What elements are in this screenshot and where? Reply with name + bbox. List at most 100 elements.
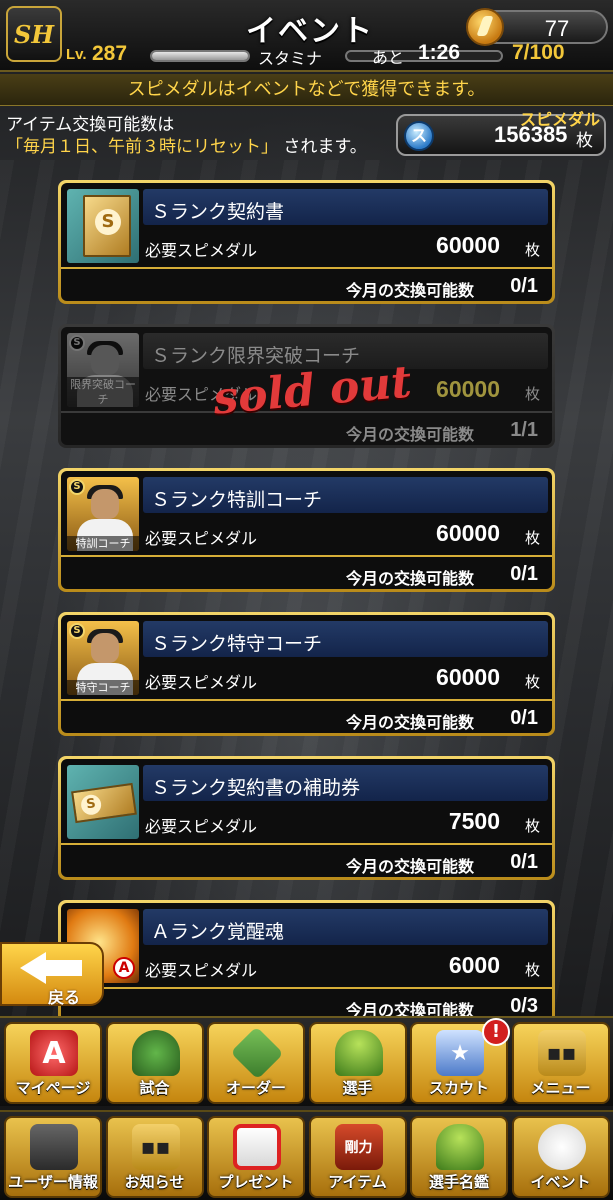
nav-label: オーダー	[225, 1079, 286, 1097]
gift-icon	[233, 1124, 281, 1170]
notice-icon: ▪▪	[131, 1124, 180, 1170]
main-nav: A マイページ 試合 オーダー 選手 ★ スカウト! ▪▪ メニュー	[0, 1016, 613, 1106]
item-name: Ａランク覚醒魂	[151, 921, 285, 943]
stamina-time: 1:26	[418, 41, 461, 64]
item-card[interactable]: S 特訓コーチ Ｓランク特訓コーチ 必要スピメダル 60000 枚今月の交換可能数 0/1	[58, 468, 555, 592]
stamina-time-label: あと	[372, 48, 405, 67]
item-card[interactable]: Ｓランク契約書必要スピメダル 60000 枚今月の交換可能数 0/1	[58, 180, 555, 304]
thumbnail-label: 特守コーチ	[67, 680, 139, 695]
exchange-info-suffix: されます。	[283, 137, 367, 157]
nav-label: 選手名鑑	[428, 1173, 489, 1191]
nav-player[interactable]: 選手	[308, 1022, 407, 1104]
item-name: Ｓランク契約書	[151, 201, 285, 223]
item-name: Ｓランク特守コーチ	[151, 633, 323, 655]
nav-label: ユーザー情報	[8, 1173, 98, 1191]
item-cost: 60000	[436, 664, 500, 690]
alert-badge: !	[482, 1018, 510, 1046]
exchange-limit-label: 今月の交換可能数	[345, 713, 474, 732]
required-label: 必要スピメダル	[145, 241, 258, 260]
exchange-limit-value: 0/3	[510, 995, 538, 1017]
contract-book-icon	[83, 195, 131, 257]
player-icon	[334, 1030, 383, 1076]
scout-card-icon: ★	[436, 1030, 484, 1076]
item-card[interactable]: Ｓランク契約書の補助券必要スピメダル 7500 枚今月の交換可能数 0/1	[58, 756, 555, 880]
sub-nav: ユーザー情報 ▪▪ お知らせ プレゼント 剛力 アイテム選手名鑑 イベント	[0, 1110, 613, 1200]
card-body: S 特守コーチ Ｓランク特守コーチ 必要スピメダル 60000 枚今月の交換可能数 0/1	[61, 615, 552, 733]
back-button[interactable]: 戻る	[0, 942, 104, 1007]
coach-head	[91, 489, 119, 519]
coin-icon	[466, 8, 504, 46]
item-cost: 60000	[436, 376, 500, 402]
player-book-icon	[436, 1124, 484, 1170]
item-card: S 限界突破コーチ Ｓランク限界突破コーチ 必要スピメダル 60000 枚今月の交換可能数…	[58, 324, 555, 448]
level-progress-bar	[150, 50, 250, 62]
exchange-limit-label: 今月の交換可能数	[345, 857, 474, 876]
card-body: S 限界突破コーチ Ｓランク限界突破コーチ 必要スピメダル 60000 枚今月の交換可能数…	[61, 327, 552, 445]
nav-notice[interactable]: ▪▪ お知らせ	[105, 1116, 204, 1198]
thumbnail-label: 限界突破コーチ	[67, 377, 139, 407]
s-rank-badge: S	[69, 479, 85, 495]
ticket-icon	[71, 782, 137, 824]
nav-player-book[interactable]: 選手名鑑	[410, 1116, 508, 1198]
nav-stadium[interactable]: 試合	[105, 1022, 204, 1104]
nav-label: 試合	[139, 1079, 170, 1097]
exchange-limit-value: 0/1	[510, 563, 538, 585]
coin-value: 77	[544, 16, 570, 41]
item-thumbnail: S 特守コーチ	[67, 621, 139, 695]
exchange-info: アイテム交換可能数は 「毎月１日、午前３時にリセット」 されます。	[6, 114, 367, 158]
nav-diamond-field[interactable]: オーダー	[207, 1022, 305, 1104]
nav-menu-box[interactable]: ▪▪ メニュー	[511, 1022, 610, 1104]
card-divider	[61, 699, 552, 701]
cost-unit: 枚	[524, 817, 540, 835]
coin-counter[interactable]: 77	[466, 8, 608, 46]
item-cost: 60000	[436, 520, 500, 546]
exchange-info-line1: アイテム交換可能数は	[6, 115, 175, 135]
exchange-limit-value: 0/1	[510, 275, 538, 297]
card-divider	[61, 843, 552, 845]
exchange-limit-label: 今月の交換可能数	[345, 425, 474, 444]
a-logo-icon: A	[30, 1030, 78, 1076]
team-logo[interactable]: SH	[6, 6, 62, 62]
item-name: Ｓランク特訓コーチ	[151, 489, 323, 511]
card-divider	[61, 987, 552, 989]
cost-unit: 枚	[524, 529, 540, 547]
back-arrow-tail	[42, 960, 82, 976]
nav-event-ball[interactable]: イベント	[511, 1116, 610, 1198]
stamina-count: 7/100	[512, 41, 565, 64]
exchange-limit-label: 今月の交換可能数	[345, 569, 474, 588]
nav-user-info[interactable]: ユーザー情報	[4, 1116, 102, 1198]
thumbnail-label: 特訓コーチ	[67, 536, 139, 551]
cost-unit: 枚	[524, 961, 540, 979]
cost-unit: 枚	[524, 385, 540, 403]
item-card[interactable]: S 特守コーチ Ｓランク特守コーチ 必要スピメダル 60000 枚今月の交換可能数 0/1	[58, 612, 555, 736]
item-cost: 6000	[448, 952, 500, 978]
nav-item-book[interactable]: 剛力 アイテム	[308, 1116, 407, 1198]
item-card[interactable]: A Ａランク覚醒魂 必要スピメダル 6000 枚今月の交換可能数 0/3	[58, 900, 555, 1024]
required-label: 必要スピメダル	[145, 961, 258, 980]
stadium-icon	[131, 1030, 180, 1076]
exchange-limit-value: 0/1	[510, 851, 538, 873]
item-thumbnail: S 限界突破コーチ	[67, 333, 139, 407]
item-thumbnail	[67, 765, 139, 839]
a-rank-badge: A	[113, 957, 135, 979]
item-thumbnail: S 特訓コーチ	[67, 477, 139, 551]
item-thumbnail	[67, 189, 139, 263]
event-ball-icon	[537, 1124, 586, 1170]
nav-label: マイページ	[15, 1079, 91, 1097]
back-button-label: 戻る	[48, 988, 81, 1007]
card-divider	[61, 555, 552, 557]
header: SH イベント 77 Lv. 287 スタミナ あと 1:26 7/100	[0, 0, 613, 72]
nav-label: メニュー	[530, 1079, 591, 1097]
level-value: 287	[92, 42, 128, 65]
s-rank-badge: S	[69, 335, 85, 351]
item-book-icon: 剛力	[334, 1124, 383, 1170]
required-label: 必要スピメダル	[145, 673, 258, 692]
medal-label: スピメダル	[520, 110, 601, 129]
nav-scout-card[interactable]: ★ スカウト!	[410, 1018, 510, 1104]
card-body: Ｓランク契約書の補助券必要スピメダル 7500 枚今月の交換可能数 0/1	[61, 759, 552, 877]
exchange-limit-value: 1/1	[510, 419, 538, 441]
card-body: S 特訓コーチ Ｓランク特訓コーチ 必要スピメダル 60000 枚今月の交換可能数 0/1	[61, 471, 552, 589]
menu-box-icon: ▪▪	[537, 1030, 586, 1076]
nav-a-logo[interactable]: A マイページ	[4, 1022, 102, 1104]
nav-gift[interactable]: プレゼント	[207, 1116, 305, 1198]
